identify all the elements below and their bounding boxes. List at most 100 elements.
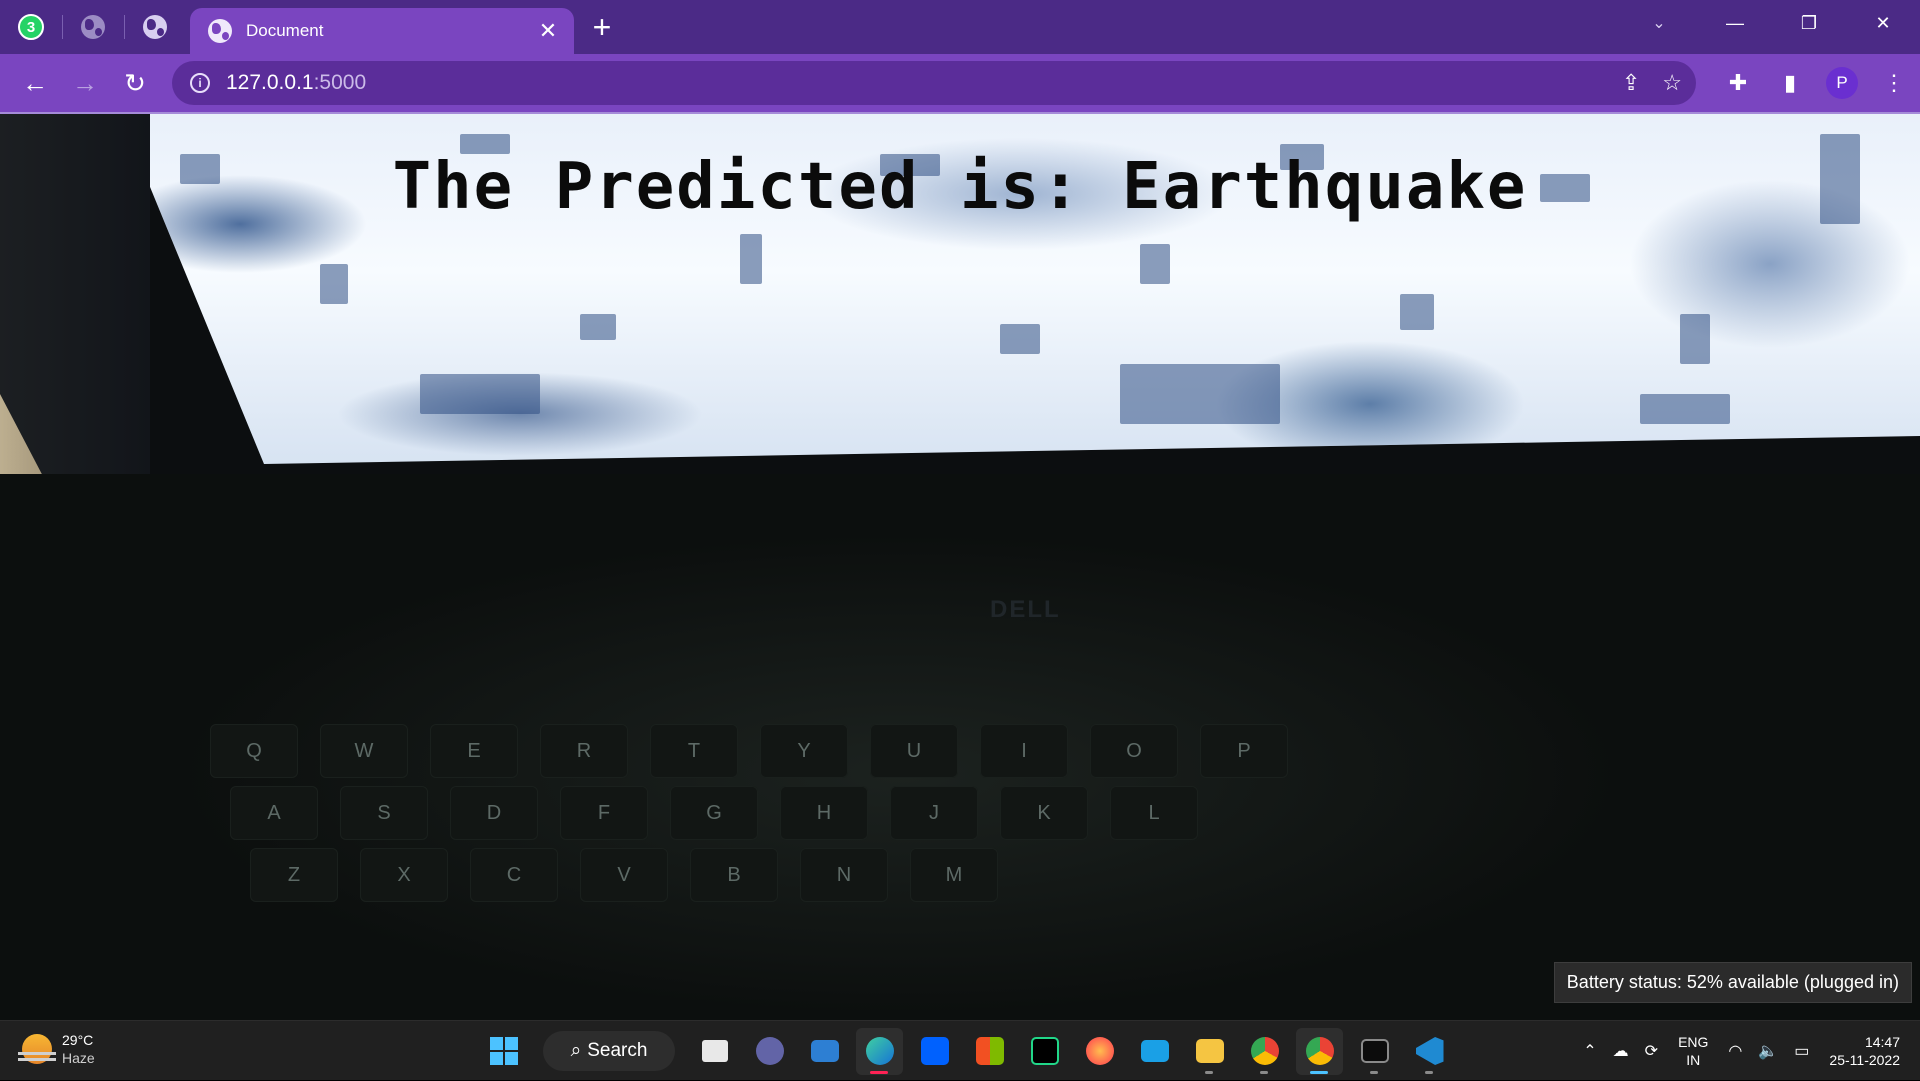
chrome-icon [1250, 1037, 1279, 1065]
key: H [780, 786, 868, 840]
key: U [870, 724, 958, 778]
vscode-app-button[interactable] [1406, 1028, 1453, 1075]
key: O [1090, 724, 1178, 778]
site-info-icon[interactable]: i [190, 73, 210, 93]
mail-icon [810, 1040, 839, 1062]
edge-app-button[interactable] [856, 1027, 903, 1075]
remote-desktop-button[interactable] [1131, 1028, 1178, 1075]
chrome-profile-icon [1305, 1037, 1334, 1065]
key: P [1200, 724, 1288, 778]
mail-app-button[interactable] [801, 1028, 848, 1075]
sync-icon[interactable]: ⟳ [1637, 1041, 1666, 1061]
url-text: 127.0.0.1:5000 [226, 71, 367, 94]
key: Y [760, 724, 848, 778]
firefox-icon [1085, 1037, 1114, 1065]
firefox-app-button[interactable] [1076, 1028, 1123, 1075]
start-button[interactable] [480, 1028, 527, 1075]
bookmark-star-icon[interactable]: ☆ [1662, 70, 1682, 96]
laptop-keyboard: Q W E R T Y U I O P A S D F G H J K L Z … [0, 474, 1920, 1020]
battery-icon[interactable]: ▭ [1786, 1041, 1817, 1061]
keyboard-row-3: Z X C V B N M [250, 848, 998, 902]
edge-icon [865, 1037, 894, 1065]
teams-chat-button[interactable] [746, 1028, 793, 1075]
weather-widget[interactable]: 29°C Haze [18, 1031, 95, 1067]
vscode-icon [1415, 1037, 1444, 1065]
microsoft-store-icon [975, 1037, 1004, 1065]
system-tray: ⌃ ☁ ⟳ ENG IN ◠ 🔈 ▭ 14:47 25-11-2022 [1575, 1021, 1920, 1081]
key: T [650, 724, 738, 778]
pinned-tab-3[interactable] [124, 0, 186, 54]
chrome-profile-app-button[interactable] [1296, 1027, 1343, 1075]
key: X [360, 848, 448, 902]
weather-temp: 29°C [62, 1032, 94, 1048]
tab-title: Document [246, 21, 324, 40]
show-hidden-icons-chevron-icon[interactable]: ⌃ [1575, 1041, 1604, 1061]
store-app-button[interactable] [966, 1028, 1013, 1075]
forward-button[interactable]: → [60, 58, 110, 108]
taskbar-apps: ⌕ Search [480, 1027, 1453, 1075]
dropbox-icon [920, 1037, 949, 1065]
monitor-icon [1140, 1040, 1169, 1062]
address-bar[interactable]: i 127.0.0.1:5000 ⇪ ☆ [172, 61, 1696, 105]
input-language-indicator[interactable]: ENG IN [1666, 1033, 1720, 1069]
key: C [470, 848, 558, 902]
profile-avatar[interactable]: P [1826, 67, 1858, 99]
weather-condition: Haze [62, 1050, 95, 1066]
task-view-button[interactable] [691, 1028, 738, 1075]
back-button[interactable]: ← [10, 58, 60, 108]
key: G [670, 786, 758, 840]
key: Q [210, 724, 298, 778]
pinned-tab-2[interactable] [62, 0, 124, 54]
restore-button[interactable]: ❐ [1772, 0, 1846, 46]
key: F [560, 786, 648, 840]
search-label: Search [587, 1040, 648, 1061]
key: K [1000, 786, 1088, 840]
globe-icon [143, 15, 167, 39]
taskbar: 29°C Haze ⌕ Search ⌃ ☁ ⟳ ENG IN ◠ 🔈 ▭ 14… [0, 1020, 1920, 1080]
minimize-button[interactable]: — [1698, 0, 1772, 46]
pycharm-app-button[interactable] [1021, 1028, 1068, 1075]
taskbar-search-button[interactable]: ⌕ Search [543, 1031, 675, 1071]
key: Z [250, 848, 338, 902]
laptop-brand-logo: DELL [990, 596, 1061, 623]
reload-button[interactable]: ↻ [110, 58, 160, 108]
clock-time: 14:47 [1864, 1034, 1900, 1050]
battery-tooltip: Battery status: 52% available (plugged i… [1553, 962, 1912, 1003]
dropbox-app-button[interactable] [911, 1028, 958, 1075]
tab-search-chevron-icon[interactable]: ⌄ [1626, 0, 1692, 46]
onedrive-cloud-icon[interactable]: ☁ [1605, 1041, 1637, 1061]
clock[interactable]: 14:47 25-11-2022 [1817, 1033, 1920, 1069]
browser-toolbar: ← → ↻ i 127.0.0.1:5000 ⇪ ☆ ✚ ▮ P ⋮ [0, 54, 1920, 112]
search-icon: ⌕ [570, 1040, 582, 1061]
key: B [690, 848, 778, 902]
keyboard-row-1: Q W E R T Y U I O P [210, 724, 1288, 778]
terminal-app-button[interactable] [1351, 1028, 1398, 1075]
window-close-button[interactable]: ✕ [1846, 0, 1920, 46]
pinned-tab-whatsapp[interactable]: 3 [0, 0, 62, 54]
extensions-icon[interactable]: ✚ [1712, 54, 1764, 112]
wifi-icon[interactable]: ◠ [1720, 1041, 1750, 1061]
volume-icon[interactable]: 🔈 [1750, 1041, 1786, 1061]
new-tab-button[interactable]: + [574, 0, 630, 54]
tab-document[interactable]: Document ✕ [190, 8, 574, 54]
globe-icon [208, 19, 232, 43]
prediction-text: The Predicted is: Earthquake [392, 150, 1528, 224]
key: A [230, 786, 318, 840]
tab-strip: 3 Document ✕ + ⌄ — ❐ ✕ [0, 0, 1920, 54]
key: J [890, 786, 978, 840]
task-view-icon [701, 1040, 728, 1062]
menu-kebab-icon[interactable]: ⋮ [1868, 54, 1920, 112]
close-tab-icon[interactable]: ✕ [536, 18, 560, 44]
key: M [910, 848, 998, 902]
file-explorer-button[interactable] [1186, 1028, 1233, 1075]
side-panel-icon[interactable]: ▮ [1764, 54, 1816, 112]
key: V [580, 848, 668, 902]
chrome-app-button[interactable] [1241, 1028, 1288, 1075]
key: L [1110, 786, 1198, 840]
share-icon[interactable]: ⇪ [1622, 70, 1640, 96]
clock-date: 25-11-2022 [1829, 1052, 1900, 1068]
key: R [540, 724, 628, 778]
key: D [450, 786, 538, 840]
haze-weather-icon [18, 1034, 56, 1064]
terminal-icon [1360, 1039, 1389, 1063]
